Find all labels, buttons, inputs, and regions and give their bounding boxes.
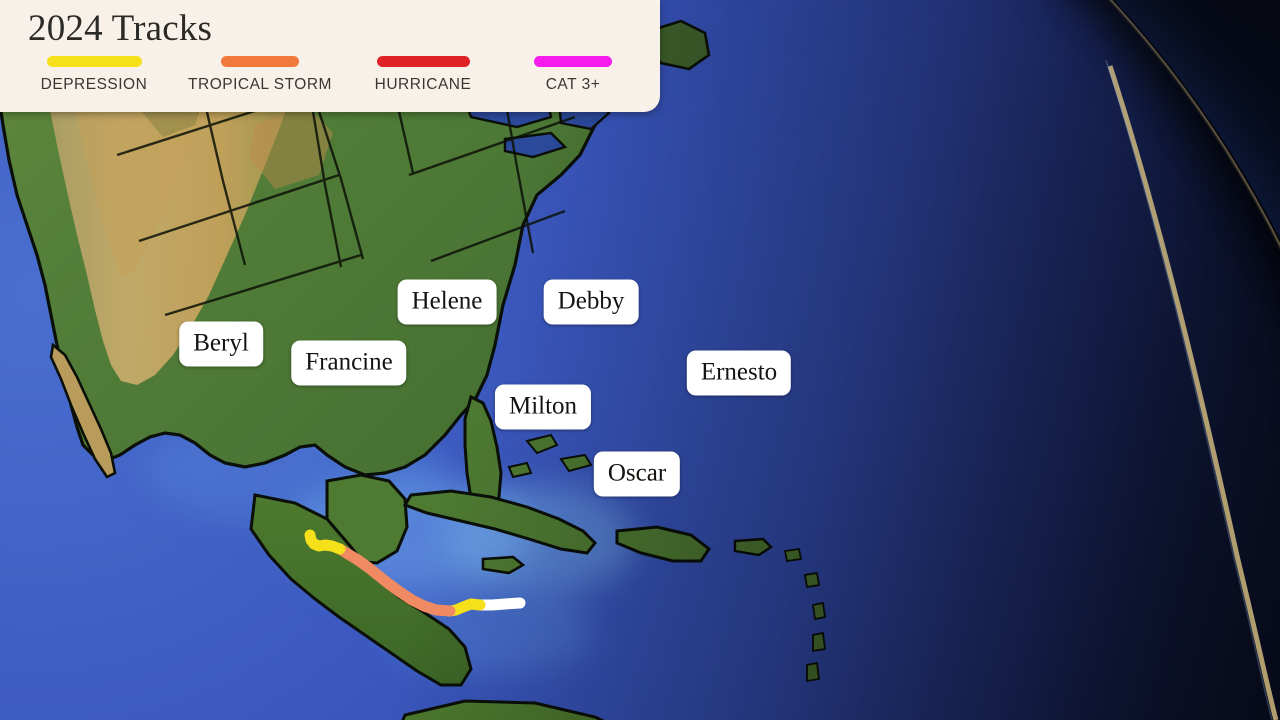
legend-swatch-cat-3- — [534, 56, 612, 67]
legend-key-depression[interactable]: DEPRESSION — [4, 56, 184, 94]
legend-swatch-hurricane — [376, 56, 470, 67]
track-segment-depression — [474, 597, 526, 611]
storm-label-ernesto[interactable]: Ernesto — [686, 350, 792, 396]
legend-key-cat-3-[interactable]: CAT 3+ — [483, 56, 663, 94]
storm-label-helene[interactable]: Helene — [397, 279, 497, 325]
storm-label-milton[interactable]: Milton — [494, 384, 592, 430]
storm-label-beryl[interactable]: Beryl — [179, 321, 263, 367]
storm-label-debby[interactable]: Debby — [543, 279, 639, 325]
legend-panel: 2024 Tracks DEPRESSION TROPICAL STORM HURR… — [0, 0, 660, 112]
track-segment-depression — [304, 529, 346, 555]
track-segment-tropical-storm — [334, 543, 456, 617]
legend-label-depression: DEPRESSION — [40, 76, 148, 93]
legend-label-tropical-storm: TROPICAL STORM — [188, 76, 332, 93]
legend-key-list: DEPRESSION TROPICAL STORM HURRICANE CAT 3+ — [0, 56, 660, 106]
hurricane-track-map: Beryl Francine Helene Debby Ernesto Milton Osc… — [0, 0, 1280, 720]
legend-swatch-tropical-storm — [221, 56, 299, 67]
storm-label-francine[interactable]: Francine — [291, 340, 407, 386]
legend-swatch-depression — [46, 56, 142, 67]
legend-label-cat-3-: CAT 3+ — [545, 76, 601, 93]
legend-title: 2024 Tracks — [28, 8, 213, 49]
storm-label-oscar[interactable]: Oscar — [593, 451, 681, 497]
legend-key-tropical-storm[interactable]: TROPICAL STORM — [170, 56, 350, 94]
